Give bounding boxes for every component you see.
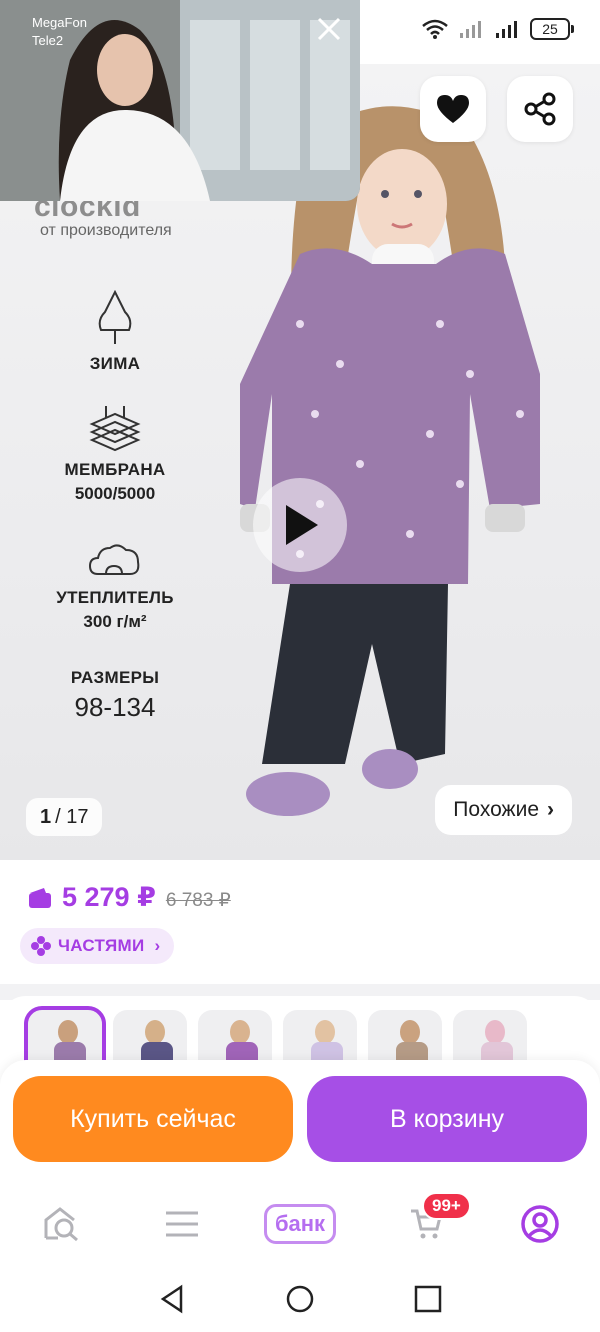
nav-cart[interactable]: 99+ xyxy=(402,1192,471,1248)
tree-icon xyxy=(98,290,132,344)
price-old: 6 783 ₽ xyxy=(165,890,231,911)
price-row: 5 279 ₽ 6 783 ₽ xyxy=(28,882,231,913)
buy-now-button[interactable]: Купить сейчас xyxy=(13,1076,293,1162)
battery-indicator: 25 xyxy=(530,18,574,40)
feature-label: МЕМБРАНА xyxy=(64,460,166,479)
menu-icon xyxy=(166,1211,198,1237)
feature-membrane: МЕМБРАНА 5000/5000 xyxy=(25,404,205,506)
nav-bank[interactable]: банк xyxy=(257,1200,343,1248)
bank-label: банк xyxy=(263,1204,337,1244)
feature-insulation: УТЕПЛИТЕЛЬ 300 г/м² xyxy=(25,538,205,634)
similar-products-button[interactable]: Похожие › xyxy=(435,785,572,835)
close-video-button[interactable] xyxy=(312,12,346,46)
installments-label: ЧАСТЯМИ xyxy=(58,936,145,955)
status-indicators: 25 xyxy=(422,18,574,40)
cloud-icon xyxy=(88,544,140,575)
feature-label: РАЗМЕРЫ xyxy=(70,668,160,687)
add-to-cart-button[interactable]: В корзину xyxy=(307,1076,587,1162)
brand-subtitle: от производителя xyxy=(40,222,172,239)
back-icon[interactable] xyxy=(157,1284,187,1314)
feature-sizes: РАЗМЕРЫ 98-134 xyxy=(25,666,205,724)
carrier-name: Tele2 xyxy=(32,33,64,48)
counter-current: 1 xyxy=(40,805,52,828)
membrane-icon xyxy=(89,406,141,452)
similar-label: Похожие xyxy=(453,798,539,821)
feature-label: УТЕПЛИТЕЛЬ xyxy=(56,588,174,607)
video-pip[interactable]: MegaFon Tele2 xyxy=(0,0,360,201)
feature-value: 98-134 xyxy=(74,692,156,722)
home-search-icon xyxy=(44,1207,78,1242)
installments-icon xyxy=(31,936,51,956)
image-counter: 1 / 17 xyxy=(26,798,103,836)
video-frame xyxy=(0,0,360,201)
cart-count-badge: 99+ xyxy=(422,1192,471,1220)
wallet-icon xyxy=(29,887,51,908)
carrier-name: MegaFon xyxy=(32,15,87,30)
profile-icon xyxy=(521,1205,559,1243)
purchase-actions: Купить сейчас В корзину xyxy=(0,1060,600,1184)
signal-icon xyxy=(460,21,481,38)
system-navigation-bar xyxy=(0,1264,600,1332)
chevron-right-icon: › xyxy=(547,798,554,821)
installments-button[interactable]: ЧАСТЯМИ › xyxy=(20,928,175,964)
wifi-icon xyxy=(422,19,448,39)
nav-profile[interactable] xyxy=(516,1200,564,1248)
recents-icon[interactable] xyxy=(413,1284,443,1314)
chevron-right-icon: › xyxy=(154,936,161,955)
feature-value: 5000/5000 xyxy=(74,484,156,503)
home-icon[interactable] xyxy=(285,1284,315,1314)
signal-icon xyxy=(496,21,517,38)
share-button[interactable] xyxy=(507,76,573,142)
price-current: 5 279 ₽ xyxy=(62,882,156,912)
nav-home[interactable] xyxy=(38,1200,86,1248)
feature-label: ЗИМА xyxy=(89,354,141,373)
bottom-navigation: банк 99+ xyxy=(0,1184,600,1264)
nav-catalog[interactable] xyxy=(158,1200,206,1248)
favorite-button[interactable] xyxy=(420,76,486,142)
heart-icon xyxy=(437,95,469,123)
play-icon xyxy=(286,505,318,545)
play-video-button[interactable] xyxy=(253,478,347,572)
share-icon xyxy=(524,92,556,126)
feature-winter: ЗИМА xyxy=(25,290,205,376)
price-section: 5 279 ₽ 6 783 ₽ ЧАСТЯМИ › xyxy=(0,860,600,984)
counter-total: / 17 xyxy=(55,805,89,828)
close-icon xyxy=(317,17,341,41)
feature-value: 300 г/м² xyxy=(83,612,147,631)
